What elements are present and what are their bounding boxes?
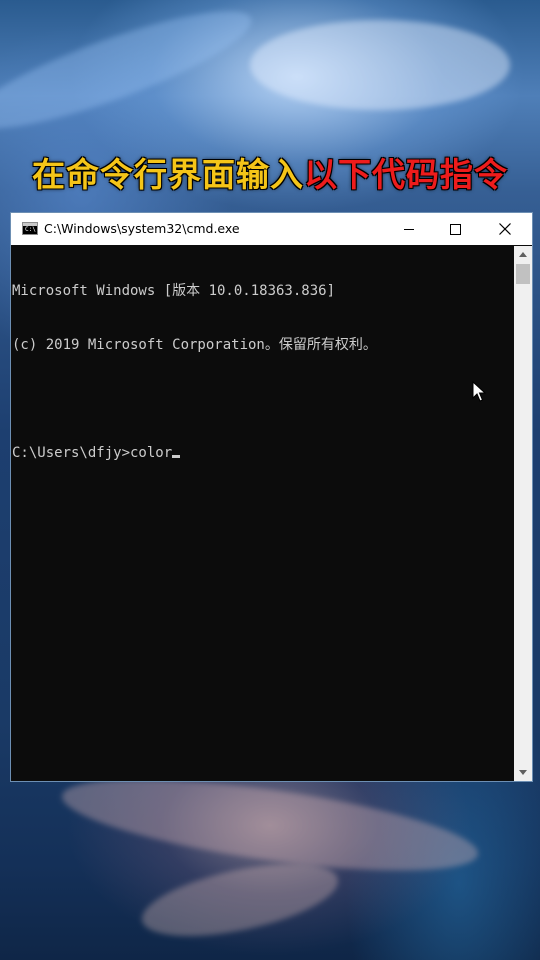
vertical-scrollbar[interactable] bbox=[514, 246, 532, 781]
scrollbar-thumb[interactable] bbox=[516, 264, 530, 284]
window-titlebar[interactable]: C:\ C:\Windows\system32\cmd.exe bbox=[11, 213, 532, 245]
console-output[interactable]: Microsoft Windows [版本 10.0.18363.836] (c… bbox=[11, 246, 514, 781]
console-line: Microsoft Windows [版本 10.0.18363.836] bbox=[12, 283, 336, 299]
text-cursor bbox=[172, 455, 181, 458]
console-line: (c) 2019 Microsoft Corporation。保留所有权利。 bbox=[12, 337, 377, 353]
video-caption-headline: 在命令行界面输入以下代码指令 bbox=[0, 150, 540, 200]
cmd-window: C:\ C:\Windows\system32\cmd.exe Microsof… bbox=[10, 212, 533, 782]
console-prompt-text: C:\Users\dfjy>color bbox=[12, 445, 173, 461]
headline-text-yellow: 在命令行界面输入 bbox=[32, 155, 304, 194]
minimize-button[interactable] bbox=[386, 213, 432, 245]
scroll-down-arrow-icon[interactable] bbox=[514, 764, 532, 781]
maximize-button[interactable] bbox=[432, 213, 478, 245]
headline-text-red: 以下代码指令 bbox=[304, 155, 508, 194]
cmd-icon-label: C:\ bbox=[25, 226, 36, 233]
cmd-icon[interactable]: C:\ bbox=[22, 222, 38, 235]
console-prompt-line[interactable]: C:\Users\dfjy>color bbox=[12, 444, 514, 462]
close-button[interactable] bbox=[482, 213, 528, 245]
scroll-up-arrow-icon[interactable] bbox=[514, 246, 532, 263]
window-title: C:\Windows\system32\cmd.exe bbox=[44, 221, 240, 236]
background-glow bbox=[135, 849, 345, 951]
background-glow bbox=[0, 0, 262, 150]
close-icon bbox=[499, 223, 511, 235]
mouse-pointer-icon bbox=[472, 381, 486, 402]
background-glow bbox=[250, 20, 510, 110]
